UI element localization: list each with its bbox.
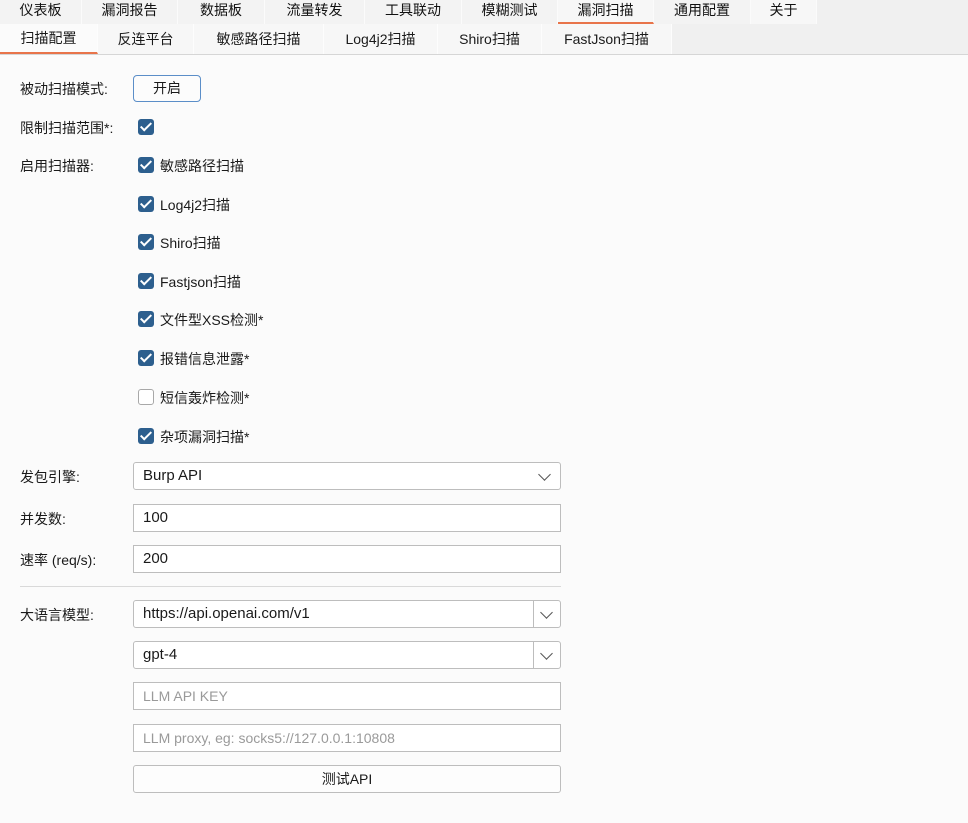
test-api-button[interactable]: 测试API <box>133 765 561 793</box>
scanner-file-xss-checkbox[interactable] <box>138 311 154 327</box>
divider <box>20 586 561 587</box>
scanner-log4j2-checkbox[interactable] <box>138 196 154 212</box>
tab-dashboard[interactable]: 仪表板 <box>0 0 82 24</box>
tab-traffic-forward[interactable]: 流量转发 <box>265 0 365 24</box>
scanner-shiro-checkbox[interactable] <box>138 234 154 250</box>
passive-mode-label: 被动扫描模式: <box>20 81 108 97</box>
llm-url-dropdown-button[interactable] <box>533 601 560 627</box>
chevron-down-icon <box>540 647 553 660</box>
scanner-fastjson-label: Fastjson扫描 <box>160 274 241 290</box>
llm-api-key-input[interactable]: LLM API KEY <box>133 682 561 710</box>
rate-label: 速率 (req/s): <box>20 552 97 568</box>
concurrency-label: 并发数: <box>20 511 66 527</box>
tab-vuln-report[interactable]: 漏洞报告 <box>82 0 178 24</box>
llm-model-combo[interactable]: gpt-4 <box>133 641 561 669</box>
llm-api-key-placeholder: LLM API KEY <box>143 688 228 704</box>
scanner-fastjson-checkbox[interactable] <box>138 273 154 289</box>
scanner-sms-bomb-checkbox[interactable] <box>138 389 154 405</box>
engine-select-value: Burp API <box>143 467 203 484</box>
concurrency-value: 100 <box>143 509 169 526</box>
rate-value: 200 <box>143 550 169 567</box>
tab-fuzz-test[interactable]: 模糊测试 <box>462 0 558 24</box>
limit-scope-checkbox[interactable] <box>138 119 154 135</box>
llm-label: 大语言模型: <box>20 607 94 623</box>
tab-tool-linkage[interactable]: 工具联动 <box>365 0 462 24</box>
scanners-label: 启用扫描器: <box>20 158 94 174</box>
tab-general-config[interactable]: 通用配置 <box>654 0 751 24</box>
tab-sensitive-path[interactable]: 敏感路径扫描 <box>194 24 324 54</box>
llm-model-value: gpt-4 <box>143 646 178 663</box>
engine-label: 发包引擎: <box>20 469 80 485</box>
llm-model-dropdown-button[interactable] <box>533 642 560 668</box>
llm-url-combo[interactable]: https://api.openai.com/v1 <box>133 600 561 628</box>
tab-log4j2[interactable]: Log4j2扫描 <box>324 24 438 54</box>
limit-scope-label: 限制扫描范围*: <box>20 120 114 136</box>
llm-url-value: https://api.openai.com/v1 <box>143 605 310 622</box>
llm-proxy-input[interactable]: LLM proxy, eg: socks5://127.0.0.1:10808 <box>133 724 561 752</box>
sub-tab-bar: 扫描配置 反连平台 敏感路径扫描 Log4j2扫描 Shiro扫描 FastJs… <box>0 24 968 55</box>
chevron-down-icon <box>538 468 551 481</box>
scanner-sensitive-path-checkbox[interactable] <box>138 157 154 173</box>
scanner-shiro-label: Shiro扫描 <box>160 235 221 251</box>
scanner-log4j2-label: Log4j2扫描 <box>160 197 231 213</box>
tab-data-board[interactable]: 数据板 <box>178 0 265 24</box>
passive-mode-button[interactable]: 开启 <box>133 75 201 102</box>
engine-select[interactable]: Burp API <box>133 462 561 490</box>
scanner-error-leak-checkbox[interactable] <box>138 350 154 366</box>
tab-shiro[interactable]: Shiro扫描 <box>438 24 542 54</box>
scanner-misc-label: 杂项漏洞扫描* <box>160 429 250 445</box>
tab-reverse-platform[interactable]: 反连平台 <box>98 24 194 54</box>
main-tab-bar: 仪表板 漏洞报告 数据板 流量转发 工具联动 模糊测试 漏洞扫描 通用配置 关于 <box>0 0 968 24</box>
tab-fastjson[interactable]: FastJson扫描 <box>542 24 672 54</box>
scanner-misc-checkbox[interactable] <box>138 428 154 444</box>
rate-input[interactable]: 200 <box>133 545 561 573</box>
tab-vuln-scan[interactable]: 漏洞扫描 <box>558 0 654 24</box>
tab-about[interactable]: 关于 <box>751 0 817 24</box>
scanner-error-leak-label: 报错信息泄露* <box>160 351 250 367</box>
scanner-file-xss-label: 文件型XSS检测* <box>160 312 264 328</box>
chevron-down-icon <box>540 606 553 619</box>
llm-proxy-placeholder: LLM proxy, eg: socks5://127.0.0.1:10808 <box>143 730 395 746</box>
scanner-sms-bomb-label: 短信轰炸检测* <box>160 390 250 406</box>
scanner-sensitive-path-label: 敏感路径扫描 <box>160 158 244 174</box>
tab-scan-config[interactable]: 扫描配置 <box>0 24 98 54</box>
concurrency-input[interactable]: 100 <box>133 504 561 532</box>
